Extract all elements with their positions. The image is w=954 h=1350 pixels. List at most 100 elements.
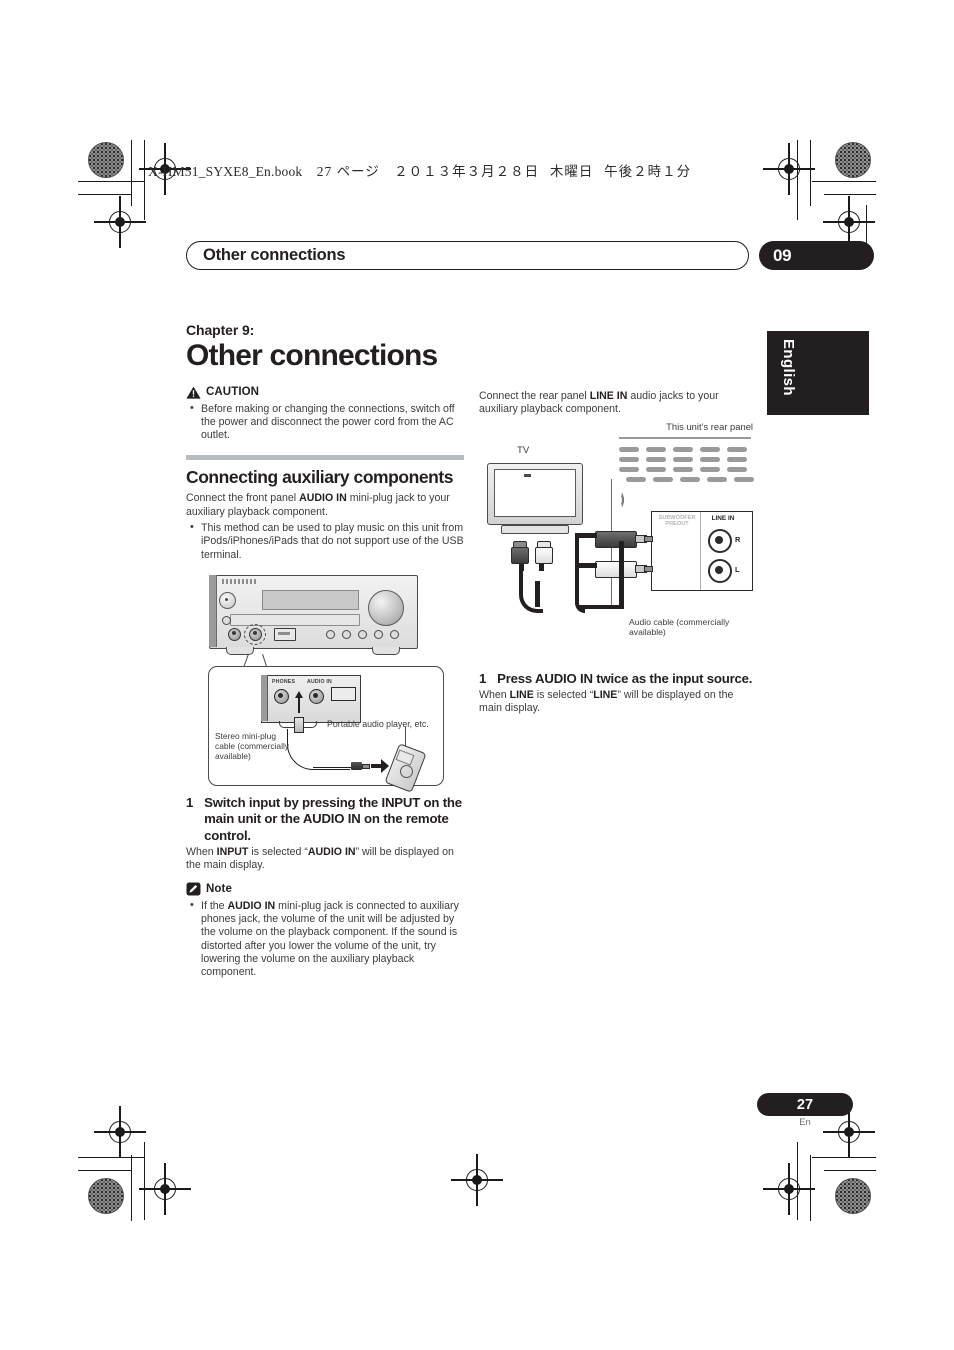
language-side-tab-label: English: [780, 339, 797, 396]
channel-right-label: R: [735, 534, 741, 544]
caution-heading: CAUTION: [186, 386, 464, 399]
note-label: Note: [206, 882, 232, 895]
registration-crosshair-bottom-right: [763, 1163, 815, 1215]
volume-knob: [368, 589, 404, 626]
caution-list: Before making or changing the connection…: [186, 402, 464, 443]
tv-screen: [494, 468, 576, 517]
caution-label: CAUTION: [206, 386, 260, 398]
rear-panel-caption: This unit’s rear panel: [666, 420, 753, 432]
print-file-header: X-HM51_SYXE8_En.book 27 ページ ２０１３年３月２８日 木…: [148, 160, 691, 180]
section-bullet-list: This method can be used to play music on…: [186, 521, 464, 562]
crop-mark-bottom-right-v1: [810, 1155, 812, 1221]
detail-phones-jack: [274, 688, 289, 704]
stereo-cable-caption: Stereo mini-plug cable (commercially ava…: [215, 730, 289, 761]
section-intro-term: AUDIO IN: [299, 492, 347, 505]
note-heading: Note: [186, 882, 464, 896]
pioneer-logo: [222, 578, 258, 584]
note-item-pre: If the: [201, 899, 228, 912]
note-list: If the AUDIO IN mini-plug jack is connec…: [186, 899, 464, 980]
cable-bundle-curve: [575, 532, 585, 613]
line-in-right-port: [708, 528, 732, 553]
line-in-left-port: [708, 558, 732, 583]
line-in-jack-plate: SUBWOOFER PREOUT LINE IN R L: [651, 510, 753, 591]
registration-crosshair-right-upper: [823, 196, 875, 248]
vent-slot: [646, 446, 666, 452]
registration-crosshair-top-right: [763, 143, 815, 195]
display-window: [262, 589, 359, 610]
detail-usb-port: [331, 686, 356, 701]
right-step-1-detail-b: LINE: [509, 689, 534, 701]
tv-label: TV: [517, 444, 530, 456]
control-button-5: [390, 629, 399, 639]
crop-mark-top-right-h1: [812, 181, 876, 183]
left-step-1-detail: When INPUT is selected “AUDIO IN” will b…: [186, 846, 464, 873]
crop-mark-bottom-left-h1: [78, 1157, 144, 1159]
crop-mark-top-left-v2: [144, 140, 146, 220]
registration-crosshair-bottom-left: [139, 1163, 191, 1215]
warning-triangle-icon: [186, 386, 201, 399]
cable-straight-run: [313, 766, 353, 769]
right-step-1-detail-d: LINE: [593, 689, 618, 701]
receiver-foot-left: [226, 646, 254, 655]
section-rule: [186, 455, 464, 461]
crop-mark-bottom-right-h1: [812, 1157, 876, 1159]
detail-panel-edge: [261, 674, 268, 721]
crop-mark-top-right-v1: [810, 140, 812, 206]
vent-slot: [700, 446, 720, 452]
vent-slot: [619, 466, 639, 472]
right-intro-pre: Connect the rear panel: [479, 390, 590, 402]
front-panel-figure: PHONES AUDIO IN Stereo mini-plug cable (…: [186, 570, 464, 795]
vent-slot: [700, 456, 720, 462]
crop-mark-bottom-left-h2: [78, 1170, 131, 1172]
detail-audio-in-jack: [309, 688, 324, 704]
control-button-3: [358, 629, 367, 639]
vent-slot: [673, 466, 693, 472]
registration-crosshair-bottom-center: [451, 1154, 503, 1206]
right-intro-term: LINE IN: [589, 390, 628, 402]
right-step-1: 1 Press AUDIO IN twice as the input sour…: [479, 671, 757, 687]
control-button-4: [374, 629, 383, 639]
page-title: Other connections: [186, 339, 438, 372]
vent-slot: [619, 446, 639, 452]
cable-bundle-run: [579, 604, 623, 610]
running-head-bar: Other connections: [186, 241, 749, 270]
crop-mark-bottom-right-v2: [797, 1142, 799, 1220]
channel-left-label: L: [735, 564, 740, 574]
player-leader-line: [405, 726, 407, 747]
registration-crosshair-left-upper: [94, 196, 146, 248]
halftone-dot-bottom-left: [88, 1178, 124, 1214]
standby-knob: [219, 591, 236, 609]
section-bullet-item: This method can be used to play music on…: [190, 521, 464, 562]
subwoofer-preout-label: SUBWOOFER PREOUT: [658, 514, 696, 527]
page-language-code: En: [799, 1117, 811, 1128]
vent-slot: [646, 466, 666, 472]
cable-bundle-drop: [619, 540, 624, 609]
crop-mark-top-right-v2: [797, 140, 799, 220]
usb-port: [274, 627, 296, 641]
note-item: If the AUDIO IN mini-plug jack is connec…: [190, 899, 464, 980]
tv-indicator: [524, 473, 531, 477]
page-number: 27: [796, 1096, 814, 1113]
connect-arrow-up-icon: [295, 690, 303, 698]
chapter-badge-stem: [866, 205, 868, 245]
jack-plate-divider: [700, 511, 702, 590]
halftone-dot-top-left: [88, 142, 124, 178]
chapter-kicker: Chapter 9:: [186, 322, 255, 338]
rear-panel-figure: This unit’s rear panel SUBWOOFER PREOUT …: [479, 421, 757, 671]
right-step-1-title: Press AUDIO IN twice as the input source…: [497, 670, 753, 686]
crop-mark-top-left-v1: [131, 140, 133, 206]
right-intro: Connect the rear panel LINE IN audio jac…: [479, 390, 757, 417]
tv-stand: [501, 524, 569, 534]
right-step-1-detail-a: When: [479, 689, 510, 701]
cable-split-curve-left: [519, 564, 543, 613]
vent-slot: [700, 466, 720, 472]
note-item-term: AUDIO IN: [227, 899, 276, 912]
audio-in-label: AUDIO IN: [307, 678, 332, 685]
rear-panel-underline: [619, 436, 751, 439]
crop-mark-top-left-h2: [78, 194, 131, 196]
receiver-left-edge: [209, 574, 217, 647]
caution-item: Before making or changing the connection…: [190, 402, 464, 443]
cable-curve: [287, 728, 350, 770]
chapter-number-label: 09: [773, 245, 792, 265]
left-step-1-detail-c: is selected “: [248, 846, 308, 859]
